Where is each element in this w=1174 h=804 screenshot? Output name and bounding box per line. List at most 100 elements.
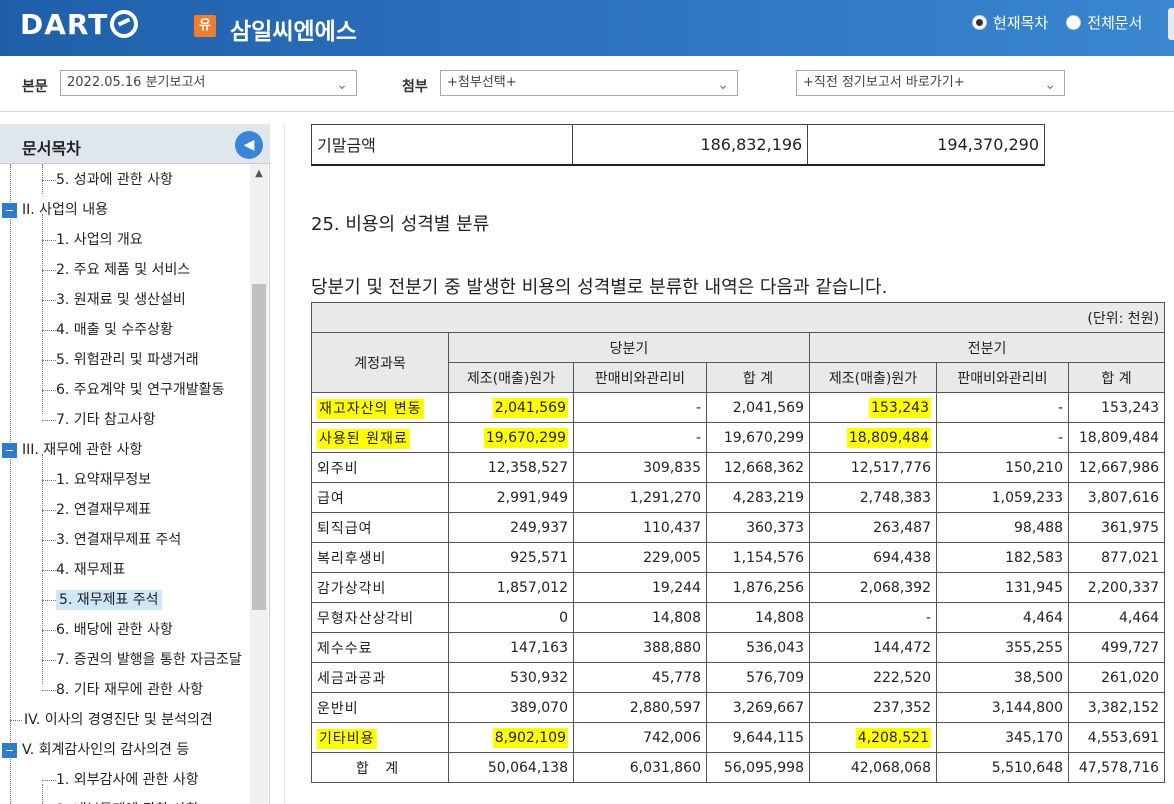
table-row: 제수수료 147,163 388,880 536,043 144,472 355,255 4… bbox=[311, 632, 1166, 663]
col-header: 합 계 bbox=[1067, 362, 1166, 393]
current-period-header: 당분기 bbox=[448, 332, 810, 363]
table-row: 재고자산의 변동 2,041,569-2,041,569 153,243-153,2… bbox=[311, 392, 1166, 423]
account-header: 계정과목 bbox=[311, 332, 449, 393]
amount-cell: 45,778 bbox=[573, 662, 707, 693]
toc-item[interactable]: 2. 연결재무제표 bbox=[56, 500, 151, 520]
amount-cell: 925,571 bbox=[448, 542, 574, 573]
toc-item[interactable]: 5. 성과에 관한 사항 bbox=[56, 170, 173, 190]
amount-cell: 263,487 bbox=[809, 512, 937, 543]
toc-item[interactable]: 4. 재무제표 bbox=[56, 560, 125, 580]
amount-cell: 345,170 bbox=[936, 722, 1069, 753]
amount-cell: 388,880 bbox=[573, 632, 707, 663]
amount-cell: 18,809,484 bbox=[809, 422, 937, 453]
radio-checked-icon[interactable] bbox=[972, 15, 987, 30]
radio-unchecked-icon[interactable] bbox=[1066, 15, 1082, 30]
toc-item[interactable]: 7. 증권의 발행을 통한 자금조달 bbox=[56, 650, 242, 670]
toc-item[interactable]: 5. 재무제표 주석 bbox=[56, 590, 162, 610]
unit-label: (단위: 천원) bbox=[310, 302, 1166, 333]
total-amount-cell: 5,510,648 bbox=[936, 752, 1069, 783]
toc-item[interactable]: 1. 요약재무정보 bbox=[56, 470, 151, 490]
amount-cell: 3,269,667 bbox=[706, 692, 810, 723]
toc-item[interactable]: II. 사업의 내용 bbox=[22, 200, 108, 220]
tree-connector bbox=[42, 454, 43, 684]
header-row-1: 계정과목 당분기 전분기 bbox=[311, 332, 1166, 393]
toc-item[interactable]: 6. 주요계약 및 연구개발활동 bbox=[56, 380, 224, 400]
amount-cell: 147,163 bbox=[448, 632, 574, 663]
amount-cell: 877,021 bbox=[1067, 542, 1166, 573]
amount-cell: 1,857,012 bbox=[448, 572, 574, 603]
total-amount-cell: 56,095,998 bbox=[706, 752, 810, 783]
amount-cell: 153,243 bbox=[1067, 392, 1166, 423]
toc-item[interactable]: 2. 내부통제에 관한 사항 bbox=[56, 800, 199, 804]
amount-cell: 131,945 bbox=[936, 572, 1069, 603]
amount-cell: 2,991,949 bbox=[448, 482, 574, 513]
col-header: 판매비와관리비 bbox=[573, 362, 707, 393]
scroll-up-arrow-icon[interactable]: ▲ bbox=[250, 168, 268, 182]
tree-connector bbox=[42, 214, 43, 414]
amount-cell: 144,472 bbox=[809, 632, 937, 663]
view-option-current[interactable]: 현재목차 bbox=[972, 12, 1048, 33]
amount-cell: - bbox=[573, 392, 707, 423]
toc-item[interactable]: 1. 사업의 개요 bbox=[56, 230, 143, 250]
collapse-sidebar-button[interactable]: ◀ bbox=[235, 131, 263, 159]
toc-item[interactable]: 1. 외부감사에 관한 사항 bbox=[56, 770, 199, 790]
amount-cell: 389,070 bbox=[448, 692, 574, 723]
recent-report-select[interactable]: +직전 정기보고서 바로가기+ ⌄ bbox=[796, 70, 1065, 96]
amount-cell: 536,043 bbox=[706, 632, 810, 663]
account-name: 무형자산상각비 bbox=[311, 602, 449, 633]
scrollbar-thumb[interactable] bbox=[252, 284, 266, 610]
company-name: 삼일씨엔에스 bbox=[230, 19, 357, 45]
toc-item[interactable]: III. 재무에 관한 사항 bbox=[22, 440, 142, 460]
amount-cell: 1,154,576 bbox=[706, 542, 810, 573]
amount-cell: 19,670,299 bbox=[706, 422, 810, 453]
chevron-down-icon: ⌄ bbox=[717, 77, 729, 93]
amount-cell: 2,200,337 bbox=[1067, 572, 1166, 603]
amount-cell: 19,670,299 bbox=[448, 422, 574, 453]
toc-item[interactable]: IV. 이사의 경영진단 및 분석의견 bbox=[24, 710, 213, 730]
toc-sidebar: 문서목차 ◀ 5. 성과에 관한 사항 − II. 사업의 내용 1. 사업의 개요 2… bbox=[0, 124, 270, 804]
amount-cell: 2,748,383 bbox=[809, 482, 937, 513]
toc-item[interactable]: 2. 주요 제품 및 서비스 bbox=[56, 260, 190, 280]
attach-select[interactable]: +첨부선택+ ⌄ bbox=[440, 70, 738, 96]
view-option-all[interactable]: 전체문서 bbox=[1066, 12, 1142, 33]
amount-cell: 98,488 bbox=[936, 512, 1069, 543]
amount-cell: 14,808 bbox=[706, 602, 810, 633]
view-options: 현재목차 전체문서 bbox=[972, 12, 1142, 33]
ending-balance-label: 기말금액 bbox=[311, 124, 573, 165]
toc-item[interactable]: 5. 위험관리 및 파생거래 bbox=[56, 350, 199, 370]
table-row: 기말금액 186,832,196 194,370,290 bbox=[311, 124, 1045, 165]
account-name: 복리후생비 bbox=[311, 542, 449, 573]
toc-item[interactable]: 3. 연결재무제표 주석 bbox=[56, 530, 181, 550]
account-name: 재고자산의 변동 bbox=[311, 392, 449, 423]
toc-item[interactable]: 7. 기타 참고사항 bbox=[56, 410, 156, 430]
toc-item[interactable]: 4. 매출 및 수주상황 bbox=[56, 320, 173, 340]
top-header: DART 유 삼일씨엔에스 현재목차 전체문서 bbox=[0, 0, 1174, 56]
toc-item[interactable]: 3. 원재료 및 생산설비 bbox=[56, 290, 186, 310]
table-row: 복리후생비 925,571 229,005 1,154,576 694,438 182,5… bbox=[311, 542, 1166, 573]
amount-cell: 742,006 bbox=[573, 722, 707, 753]
tree-connector bbox=[42, 600, 56, 601]
ending-balance-current: 186,832,196 bbox=[571, 124, 809, 165]
amount-cell: 361,975 bbox=[1067, 512, 1166, 543]
main-doc-select[interactable]: 2022.05.16 분기보고서 ⌄ bbox=[60, 70, 357, 96]
amount-cell: 3,144,800 bbox=[936, 692, 1069, 723]
unit-row: (단위: 천원) bbox=[310, 302, 1166, 333]
total-amount-cell: 50,064,138 bbox=[448, 752, 574, 783]
tree-connector bbox=[42, 540, 56, 541]
toc-item[interactable]: 6. 배당에 관한 사항 bbox=[56, 620, 173, 640]
amount-cell: 530,932 bbox=[448, 662, 574, 693]
tree-connector bbox=[42, 240, 56, 241]
amount-cell: 229,005 bbox=[573, 542, 707, 573]
account-name: 운반비 bbox=[311, 692, 449, 723]
tree-connector bbox=[42, 510, 56, 511]
amount-cell: 237,352 bbox=[809, 692, 937, 723]
tree-connector bbox=[42, 390, 56, 391]
sidebar-scrollbar[interactable]: ▲ bbox=[250, 164, 268, 804]
dart-logo[interactable]: DART bbox=[20, 6, 139, 42]
table-row: 세금과공과 530,932 45,778 576,709 222,520 38,500 26… bbox=[311, 662, 1166, 693]
total-amount-cell: 6,031,860 bbox=[573, 752, 707, 783]
toc-item[interactable]: V. 회계감사인의 감사의견 등 bbox=[22, 740, 189, 760]
table-row: 외주비 12,358,527 309,835 12,668,362 12,517,776… bbox=[311, 452, 1166, 483]
toc-item[interactable]: 8. 기타 재무에 관한 사항 bbox=[56, 680, 203, 700]
amount-cell: 150,210 bbox=[936, 452, 1069, 483]
